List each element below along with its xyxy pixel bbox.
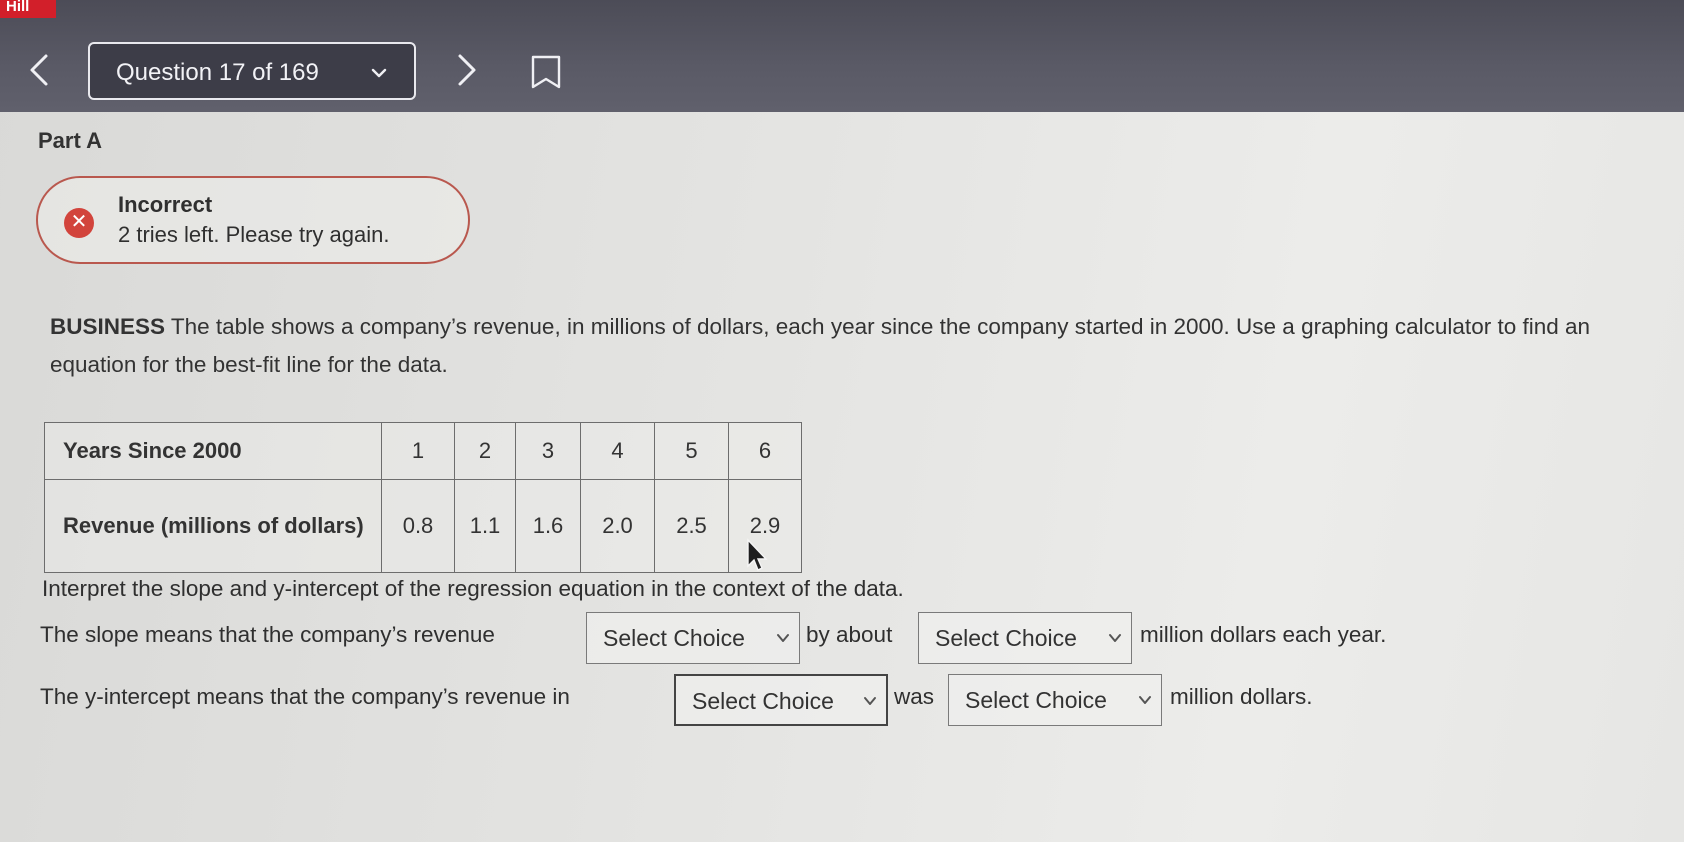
slope-amount-select[interactable]: Select Choice: [918, 612, 1132, 664]
revenue-table: Years Since 2000 1 2 3 4 5 6 Revenue (mi…: [44, 422, 802, 573]
question-prompt: BUSINESS The table shows a company’s rev…: [50, 308, 1650, 384]
select-value: Select Choice: [692, 688, 834, 714]
chevron-down-icon: [1139, 696, 1151, 704]
chevron-down-icon: [371, 68, 387, 78]
table-cell: 5: [654, 422, 729, 480]
part-title: Part A: [38, 128, 102, 153]
mouse-cursor-icon: [747, 538, 768, 571]
intercept-amount-select[interactable]: Select Choice: [948, 674, 1162, 726]
interpret-instruction: Interpret the slope and y-intercept of t…: [42, 576, 904, 601]
table-cell: 2.5: [654, 479, 729, 573]
question-selector[interactable]: Question 17 of 169: [88, 42, 416, 100]
chevron-left-icon: [30, 54, 48, 86]
slope-text-1: The slope means that the company’s reven…: [40, 622, 495, 647]
intercept-text-2: was: [894, 684, 935, 709]
next-question-button[interactable]: [446, 50, 486, 90]
bookmark-button[interactable]: [530, 54, 562, 90]
feedback-message: 2 tries left. Please try again.: [118, 222, 390, 247]
top-navigation-bar: Hill Question 17 of 169: [0, 0, 1684, 112]
select-value: Select Choice: [935, 625, 1077, 651]
prompt-lead: BUSINESS: [50, 314, 166, 339]
intercept-text-1: The y-intercept means that the company’s…: [40, 684, 570, 709]
table-cell: 1.1: [454, 479, 516, 573]
bookmark-icon: [531, 55, 561, 89]
feedback-banner: ✕ Incorrect 2 tries left. Please try aga…: [36, 176, 470, 264]
slope-text-2: by about: [806, 622, 893, 647]
table-cell: 2: [454, 422, 516, 480]
table-header-cell: Revenue (millions of dollars): [44, 479, 382, 573]
prompt-text: The table shows a company’s revenue, in …: [50, 314, 1591, 377]
chevron-down-icon: [864, 697, 876, 705]
select-value: Select Choice: [603, 625, 745, 651]
table-cell: 6: [728, 422, 802, 480]
slope-direction-select[interactable]: Select Choice: [586, 612, 800, 664]
table-cell: 4: [580, 422, 655, 480]
table-cell: 1.6: [515, 479, 581, 573]
select-value: Select Choice: [965, 687, 1107, 713]
previous-question-button[interactable]: [20, 50, 60, 90]
feedback-status: Incorrect: [118, 192, 213, 217]
chevron-down-icon: [1109, 634, 1121, 642]
chevron-down-icon: [777, 634, 789, 642]
intercept-year-select[interactable]: Select Choice: [674, 674, 888, 726]
error-icon: ✕: [64, 208, 94, 238]
intercept-text-3: million dollars.: [1170, 684, 1313, 709]
question-selector-label: Question 17 of 169: [116, 59, 319, 86]
table-cell: 3: [515, 422, 581, 480]
table-cell: 2.0: [580, 479, 655, 573]
table-row: Revenue (millions of dollars) 0.8 1.1 1.…: [44, 479, 802, 573]
table-header-cell: Years Since 2000: [44, 422, 382, 480]
table-cell: 1: [381, 422, 455, 480]
table-row: Years Since 2000 1 2 3 4 5 6: [44, 422, 802, 480]
table-cell: 0.8: [381, 479, 455, 573]
slope-text-3: million dollars each year.: [1140, 622, 1387, 647]
brand-logo: Hill: [0, 0, 56, 18]
chevron-right-icon: [458, 54, 476, 86]
